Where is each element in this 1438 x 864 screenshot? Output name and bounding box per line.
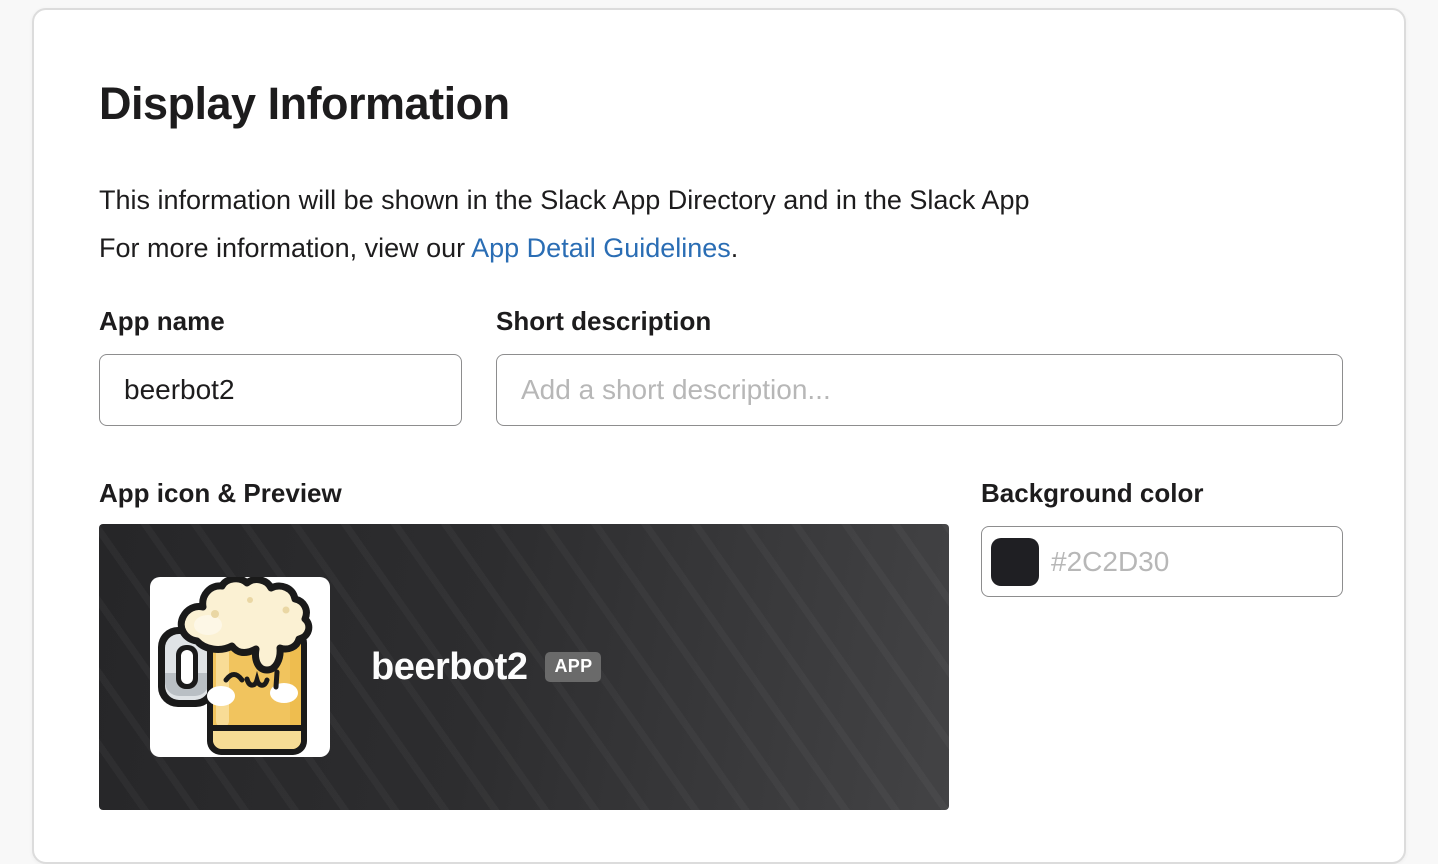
intro-line-2-prefix: For more information, view our (99, 233, 471, 263)
background-color-field[interactable] (981, 526, 1343, 597)
intro-line-1: This information will be shown in the Sl… (99, 176, 1029, 224)
app-preview-panel: beerbot2 APP (99, 524, 949, 810)
intro-text: This information will be shown in the Sl… (99, 176, 1029, 272)
app-icon-preview-label: App icon & Preview (99, 478, 342, 508)
color-swatch[interactable] (991, 538, 1039, 586)
display-information-card: Display Information This information wil… (32, 8, 1406, 864)
page-title: Display Information (99, 78, 510, 130)
beer-mug-icon (150, 577, 330, 757)
background-color-label: Background color (981, 478, 1203, 508)
short-description-input[interactable] (496, 354, 1343, 426)
preview-title-row: beerbot2 APP (371, 646, 601, 689)
preview-app-name: beerbot2 (371, 646, 527, 689)
background-color-input[interactable] (1039, 527, 1342, 596)
intro-line-2-suffix: . (731, 233, 739, 263)
app-detail-guidelines-link[interactable]: App Detail Guidelines (471, 233, 731, 263)
app-badge: APP (545, 652, 601, 682)
app-icon (150, 577, 330, 757)
app-name-label: App name (99, 306, 225, 336)
app-name-input[interactable] (99, 354, 462, 426)
short-description-label: Short description (496, 306, 711, 336)
intro-line-2: For more information, view our App Detai… (99, 224, 1029, 272)
